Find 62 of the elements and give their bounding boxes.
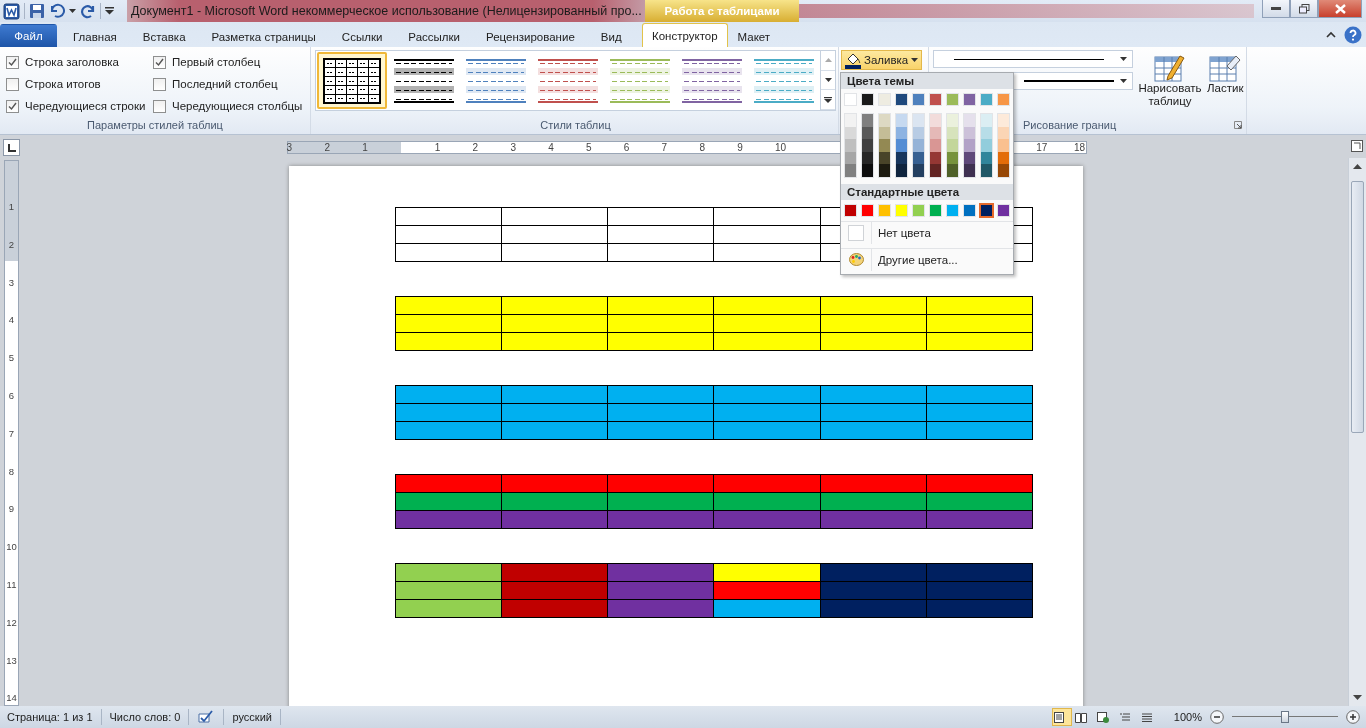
ruler-number: 6 bbox=[623, 142, 630, 153]
group-label: Рисование границ bbox=[1023, 119, 1117, 131]
menu-heading: Цвета темы bbox=[841, 73, 1013, 89]
ribbon-tab[interactable]: Конструктор bbox=[642, 23, 728, 47]
ruler-number: 3 bbox=[286, 142, 293, 153]
more-colors-item[interactable]: Другие цвета... bbox=[841, 247, 1013, 271]
ruler-number: 8 bbox=[8, 466, 15, 479]
checkbox-label[interactable]: Строка заголовка bbox=[25, 56, 120, 68]
ribbon-tab[interactable]: Рецензирование bbox=[476, 25, 585, 47]
ruler-number: 9 bbox=[8, 504, 15, 517]
ruler-number: 2 bbox=[472, 142, 479, 153]
ruler-number: 4 bbox=[548, 142, 554, 153]
ruler-number: 10 bbox=[6, 542, 17, 555]
window-title: Документ1 - Microsoft Word некоммерческое использование (Нелицензированный про... bbox=[130, 4, 642, 18]
shading-button[interactable]: Заливка bbox=[841, 50, 923, 70]
ruler-number: 3 bbox=[510, 142, 516, 153]
ruler-number: 17 bbox=[1036, 142, 1048, 153]
ruler-number: 5 bbox=[586, 142, 592, 153]
ribbon-tab[interactable]: Главная bbox=[63, 25, 127, 47]
ruler-number: 2 bbox=[8, 239, 15, 252]
ruler-number: 6 bbox=[8, 391, 15, 403]
ruler-number: 4 bbox=[8, 315, 15, 328]
checkbox-label[interactable]: Чередующиеся строки bbox=[25, 100, 146, 112]
ruler-number: 12 bbox=[6, 617, 17, 630]
context-tab-header: Работа с таблицами bbox=[645, 0, 799, 22]
ruler-number: 5 bbox=[8, 353, 15, 366]
group-label: Стили таблиц bbox=[539, 119, 612, 131]
ruler-number: 9 bbox=[737, 142, 743, 153]
ruler-number: 10 bbox=[775, 142, 787, 153]
ribbon-tab[interactable]: Разметка страницы bbox=[201, 25, 326, 47]
vertical-ruler[interactable]: 1 2 3 4 5 6 7 8 9 10 11 12 13 14 bbox=[4, 160, 19, 706]
ribbon-tab[interactable]: Макет bbox=[727, 25, 781, 47]
ruler-number: 3 bbox=[8, 277, 15, 290]
ruler-number: 2 bbox=[324, 142, 330, 153]
word-count[interactable]: Число слов: 0 bbox=[109, 711, 181, 723]
ribbon-tab[interactable]: Вид bbox=[590, 25, 632, 47]
ruler-number: 8 bbox=[699, 142, 705, 153]
ruler-number: 11 bbox=[6, 579, 17, 592]
draw-table-button[interactable]: Нарисовать таблицу bbox=[1137, 50, 1203, 119]
ribbon-tab[interactable]: Вставка bbox=[132, 25, 196, 47]
checkbox-label[interactable]: Последний столбец bbox=[172, 78, 278, 90]
page-count[interactable]: Страница: 1 из 1 bbox=[7, 711, 93, 723]
ribbon-tab[interactable]: Ссылки bbox=[331, 25, 393, 47]
file-menu-tab[interactable]: Файл bbox=[0, 24, 57, 47]
ruler-number: 1 bbox=[434, 142, 441, 153]
ruler-number: 1 bbox=[8, 202, 15, 214]
zoom-level[interactable]: 100% bbox=[1173, 711, 1202, 723]
ribbon-tab[interactable]: Рассылки bbox=[398, 25, 470, 47]
language-indicator[interactable]: русский bbox=[232, 711, 272, 723]
ruler-number: 13 bbox=[6, 655, 17, 668]
checkbox-label[interactable]: Строка итогов bbox=[25, 78, 101, 90]
ruler-number: 7 bbox=[661, 142, 668, 153]
ruler-number: 18 bbox=[1074, 142, 1086, 153]
checkbox-label[interactable]: Чередующиеся столбцы bbox=[172, 100, 303, 112]
ruler-number: 7 bbox=[8, 428, 15, 441]
group-label: Параметры стилей таблиц bbox=[86, 119, 224, 131]
checkbox-label[interactable]: Первый столбец bbox=[172, 56, 261, 68]
menu-heading: Стандартные цвета bbox=[841, 183, 1013, 200]
no-color-item[interactable]: Нет цвета bbox=[841, 220, 1013, 244]
ruler-number: 1 bbox=[362, 142, 368, 153]
eraser-button[interactable]: Ластик bbox=[1207, 50, 1244, 119]
ruler-number: 14 bbox=[6, 693, 17, 705]
